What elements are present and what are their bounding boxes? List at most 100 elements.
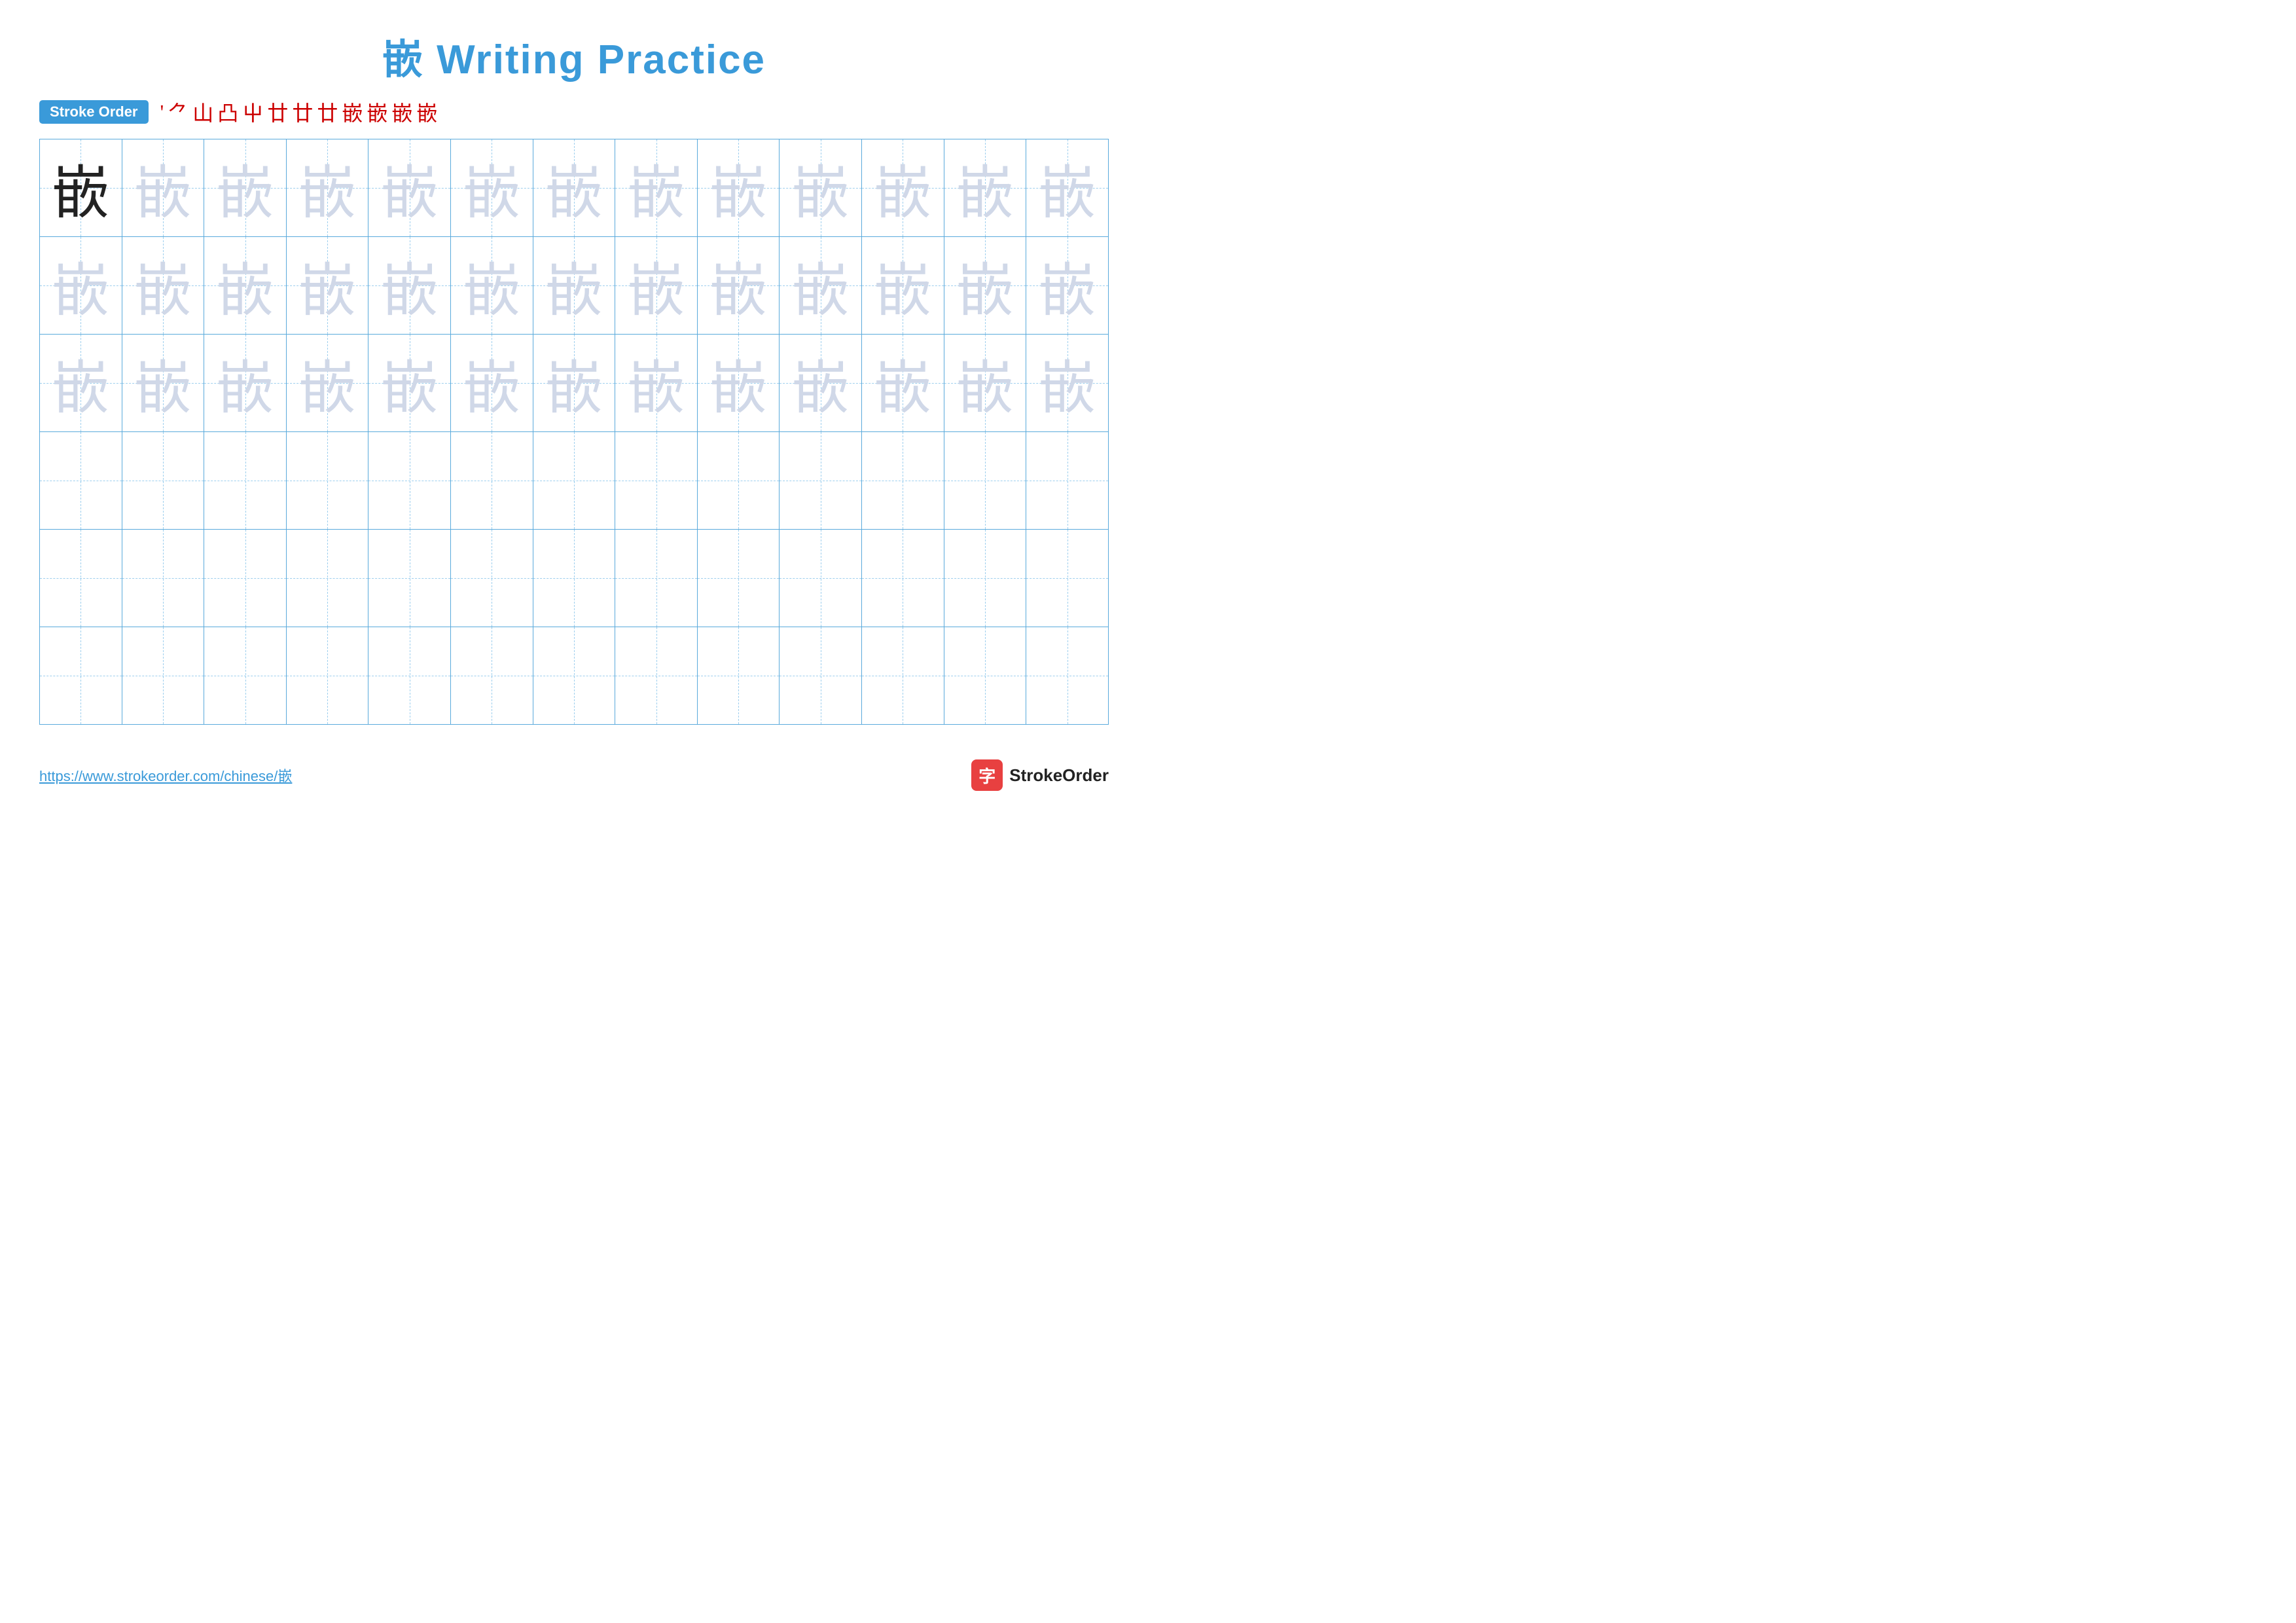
char-guide: 嵌 <box>792 147 850 230</box>
footer-url[interactable]: https://www.strokeorder.com/chinese/嵌 <box>39 765 292 786</box>
char-guide: 嵌 <box>134 342 192 425</box>
cell-2-4[interactable]: 嵌 <box>287 237 369 334</box>
cell-1-7[interactable]: 嵌 <box>533 139 616 236</box>
cell-3-9[interactable]: 嵌 <box>698 335 780 431</box>
cell-3-12[interactable]: 嵌 <box>944 335 1027 431</box>
cell-5-9[interactable] <box>698 530 780 627</box>
cell-6-5[interactable] <box>368 627 451 724</box>
cell-4-8[interactable] <box>615 432 698 529</box>
cell-6-7[interactable] <box>533 627 616 724</box>
cell-5-3[interactable] <box>204 530 287 627</box>
cell-6-9[interactable] <box>698 627 780 724</box>
cell-5-8[interactable] <box>615 530 698 627</box>
cell-3-10[interactable]: 嵌 <box>780 335 862 431</box>
cell-6-10[interactable] <box>780 627 862 724</box>
cell-2-7[interactable]: 嵌 <box>533 237 616 334</box>
cell-1-8[interactable]: 嵌 <box>615 139 698 236</box>
cell-4-12[interactable] <box>944 432 1027 529</box>
char-guide: 嵌 <box>874 147 931 230</box>
cell-4-9[interactable] <box>698 432 780 529</box>
cell-3-13[interactable]: 嵌 <box>1026 335 1108 431</box>
cell-4-6[interactable] <box>451 432 533 529</box>
cell-4-11[interactable] <box>862 432 944 529</box>
stroke-6: 廿 <box>267 97 288 127</box>
cell-5-4[interactable] <box>287 530 369 627</box>
cell-4-10[interactable] <box>780 432 862 529</box>
cell-6-13[interactable] <box>1026 627 1108 724</box>
cell-6-4[interactable] <box>287 627 369 724</box>
cell-5-5[interactable] <box>368 530 451 627</box>
cell-2-8[interactable]: 嵌 <box>615 237 698 334</box>
cell-1-13[interactable]: 嵌 <box>1026 139 1108 236</box>
stroke-8: 廿 <box>317 97 338 127</box>
cell-3-1[interactable]: 嵌 <box>40 335 122 431</box>
cell-4-3[interactable] <box>204 432 287 529</box>
cell-2-11[interactable]: 嵌 <box>862 237 944 334</box>
cell-1-4[interactable]: 嵌 <box>287 139 369 236</box>
char-guide: 嵌 <box>381 244 439 327</box>
cell-5-7[interactable] <box>533 530 616 627</box>
cell-2-2[interactable]: 嵌 <box>122 237 205 334</box>
cell-3-6[interactable]: 嵌 <box>451 335 533 431</box>
cell-5-1[interactable] <box>40 530 122 627</box>
cell-2-12[interactable]: 嵌 <box>944 237 1027 334</box>
cell-2-1[interactable]: 嵌 <box>40 237 122 334</box>
char-guide: 嵌 <box>792 342 850 425</box>
char-guide: 嵌 <box>217 147 274 230</box>
stroke-4: 凸 <box>217 97 238 127</box>
cell-3-5[interactable]: 嵌 <box>368 335 451 431</box>
char-guide: 嵌 <box>134 244 192 327</box>
cell-3-11[interactable]: 嵌 <box>862 335 944 431</box>
cell-4-5[interactable] <box>368 432 451 529</box>
cell-6-6[interactable] <box>451 627 533 724</box>
cell-4-7[interactable] <box>533 432 616 529</box>
cell-1-11[interactable]: 嵌 <box>862 139 944 236</box>
stroke-7: 廿 <box>292 97 313 127</box>
cell-2-5[interactable]: 嵌 <box>368 237 451 334</box>
stroke-10: 嵌 <box>367 97 387 127</box>
cell-2-3[interactable]: 嵌 <box>204 237 287 334</box>
cell-3-4[interactable]: 嵌 <box>287 335 369 431</box>
cell-5-6[interactable] <box>451 530 533 627</box>
cell-1-6[interactable]: 嵌 <box>451 139 533 236</box>
stroke-9: 嵌 <box>342 97 363 127</box>
cell-5-2[interactable] <box>122 530 205 627</box>
cell-6-2[interactable] <box>122 627 205 724</box>
cell-3-7[interactable]: 嵌 <box>533 335 616 431</box>
cell-6-3[interactable] <box>204 627 287 724</box>
char-guide: 嵌 <box>709 244 767 327</box>
cell-4-13[interactable] <box>1026 432 1108 529</box>
cell-6-1[interactable] <box>40 627 122 724</box>
cell-1-5[interactable]: 嵌 <box>368 139 451 236</box>
cell-1-9[interactable]: 嵌 <box>698 139 780 236</box>
cell-2-9[interactable]: 嵌 <box>698 237 780 334</box>
cell-1-10[interactable]: 嵌 <box>780 139 862 236</box>
cell-6-8[interactable] <box>615 627 698 724</box>
cell-5-12[interactable] <box>944 530 1027 627</box>
cell-2-10[interactable]: 嵌 <box>780 237 862 334</box>
page-title: 嵌 Writing Practice <box>39 26 1109 85</box>
cell-6-12[interactable] <box>944 627 1027 724</box>
footer-logo: 字 StrokeOrder <box>971 759 1109 791</box>
cell-3-8[interactable]: 嵌 <box>615 335 698 431</box>
cell-1-3[interactable]: 嵌 <box>204 139 287 236</box>
cell-3-3[interactable]: 嵌 <box>204 335 287 431</box>
cell-5-13[interactable] <box>1026 530 1108 627</box>
cell-4-2[interactable] <box>122 432 205 529</box>
char-guide: 嵌 <box>956 147 1014 230</box>
cell-2-13[interactable]: 嵌 <box>1026 237 1108 334</box>
cell-4-4[interactable] <box>287 432 369 529</box>
cell-4-1[interactable] <box>40 432 122 529</box>
char-guide: 嵌 <box>709 342 767 425</box>
cell-1-12[interactable]: 嵌 <box>944 139 1027 236</box>
char-guide: 嵌 <box>628 147 685 230</box>
cell-5-10[interactable] <box>780 530 862 627</box>
cell-1-2[interactable]: 嵌 <box>122 139 205 236</box>
cell-5-11[interactable] <box>862 530 944 627</box>
cell-6-11[interactable] <box>862 627 944 724</box>
cell-3-2[interactable]: 嵌 <box>122 335 205 431</box>
char-guide: 嵌 <box>463 342 520 425</box>
cell-2-6[interactable]: 嵌 <box>451 237 533 334</box>
strokeorder-logo-icon: 字 <box>971 759 1003 791</box>
cell-1-1[interactable]: 嵌 <box>40 139 122 236</box>
